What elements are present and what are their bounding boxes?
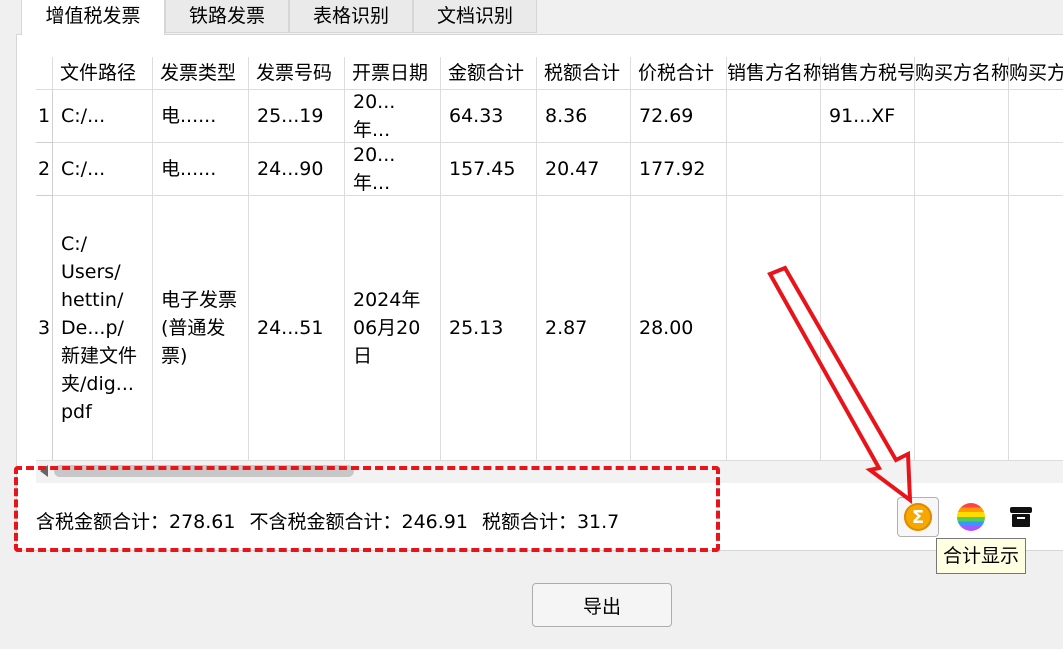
column-header[interactable]: 税额合计 bbox=[537, 57, 631, 90]
tab-table-recognition[interactable]: 表格识别 bbox=[289, 0, 413, 33]
table-cell[interactable]: 8.36 bbox=[537, 90, 631, 143]
table-cell[interactable]: 25...19 bbox=[249, 90, 345, 143]
rainbow-icon bbox=[957, 503, 985, 531]
table-cell[interactable] bbox=[727, 143, 821, 196]
table-row[interactable]: 2 C:/... 电...... 24...90 20...年... 157.4… bbox=[36, 143, 1063, 196]
column-header[interactable]: 销售方名称 bbox=[727, 57, 821, 90]
table-cell[interactable]: 2024年 06月20 日 bbox=[345, 196, 441, 460]
column-header[interactable]: 发票号码 bbox=[249, 57, 345, 90]
archive-button[interactable] bbox=[1000, 497, 1042, 537]
table-row[interactable]: 3 C:/ Users/ hettin/ De...p/ 新建文件 夹/dig.… bbox=[36, 196, 1063, 460]
tab-bar: 增值税发票 铁路发票 表格识别 文档识别 bbox=[16, 0, 1063, 35]
table-cell[interactable]: 电子发票 (普通发 票) bbox=[153, 196, 249, 460]
column-header[interactable]: 金额合计 bbox=[441, 57, 537, 90]
table-cell[interactable] bbox=[1009, 196, 1063, 460]
annotation-dashed-box bbox=[14, 466, 720, 552]
table-cell[interactable] bbox=[821, 143, 915, 196]
sum-display-button[interactable]: Σ bbox=[897, 497, 939, 537]
table-cell[interactable] bbox=[915, 143, 1009, 196]
table-cell[interactable]: C:/ Users/ hettin/ De...p/ 新建文件 夹/dig...… bbox=[53, 196, 153, 460]
table-cell[interactable]: 24...51 bbox=[249, 196, 345, 460]
sigma-icon: Σ bbox=[904, 503, 932, 531]
table-cell[interactable]: 91...XF bbox=[821, 90, 915, 143]
table-cell[interactable]: 24...90 bbox=[249, 143, 345, 196]
tab-vat-invoice[interactable]: 增值税发票 bbox=[21, 0, 165, 35]
table-cell[interactable]: 20...年... bbox=[345, 143, 441, 196]
tab-railway-invoice[interactable]: 铁路发票 bbox=[165, 0, 289, 33]
table-cell[interactable]: 177.92 bbox=[631, 143, 727, 196]
table-cell[interactable] bbox=[1009, 143, 1063, 196]
table-cell[interactable] bbox=[1009, 90, 1063, 143]
table-cell[interactable]: 电...... bbox=[153, 143, 249, 196]
table-cell[interactable]: C:/... bbox=[53, 143, 153, 196]
table-cell[interactable] bbox=[915, 196, 1009, 460]
column-header[interactable]: 购买方税号 bbox=[1009, 57, 1063, 90]
table-cell[interactable]: 157.45 bbox=[441, 143, 537, 196]
table-cell[interactable]: 64.33 bbox=[441, 90, 537, 143]
table-corner bbox=[36, 57, 53, 90]
column-header[interactable]: 发票类型 bbox=[153, 57, 249, 90]
table-cell[interactable]: 电...... bbox=[153, 90, 249, 143]
table-cell[interactable]: 2.87 bbox=[537, 196, 631, 460]
color-button[interactable] bbox=[950, 497, 992, 537]
table-cell[interactable]: 25.13 bbox=[441, 196, 537, 460]
row-number[interactable]: 2 bbox=[36, 143, 53, 196]
export-button[interactable]: 导出 bbox=[532, 583, 672, 627]
table-cell[interactable] bbox=[915, 90, 1009, 143]
column-header[interactable]: 销售方税号 bbox=[821, 57, 915, 90]
table-cell[interactable]: 28.00 bbox=[631, 196, 727, 460]
tab-document-recognition[interactable]: 文档识别 bbox=[413, 0, 537, 33]
table-row[interactable]: 1 C:/... 电...... 25...19 20...年... 64.33… bbox=[36, 90, 1063, 143]
tooltip: 合计显示 bbox=[936, 538, 1027, 574]
table-header: 文件路径 发票类型 发票号码 开票日期 金额合计 税额合计 价税合计 销售方名称… bbox=[36, 57, 1063, 90]
column-header[interactable]: 购买方名称 bbox=[915, 57, 1009, 90]
invoice-table: 文件路径 发票类型 发票号码 开票日期 金额合计 税额合计 价税合计 销售方名称… bbox=[36, 57, 1063, 460]
table-cell[interactable] bbox=[821, 196, 915, 460]
table-cell[interactable]: 20.47 bbox=[537, 143, 631, 196]
row-number[interactable]: 3 bbox=[36, 196, 53, 460]
row-number[interactable]: 1 bbox=[36, 90, 53, 143]
table-cell[interactable]: 20...年... bbox=[345, 90, 441, 143]
table-cell[interactable]: 72.69 bbox=[631, 90, 727, 143]
table-cell[interactable] bbox=[727, 196, 821, 460]
archive-icon bbox=[1010, 507, 1032, 527]
table-cell[interactable] bbox=[727, 90, 821, 143]
column-header[interactable]: 开票日期 bbox=[345, 57, 441, 90]
table-cell[interactable]: C:/... bbox=[53, 90, 153, 143]
column-header[interactable]: 文件路径 bbox=[53, 57, 153, 90]
column-header[interactable]: 价税合计 bbox=[631, 57, 727, 90]
